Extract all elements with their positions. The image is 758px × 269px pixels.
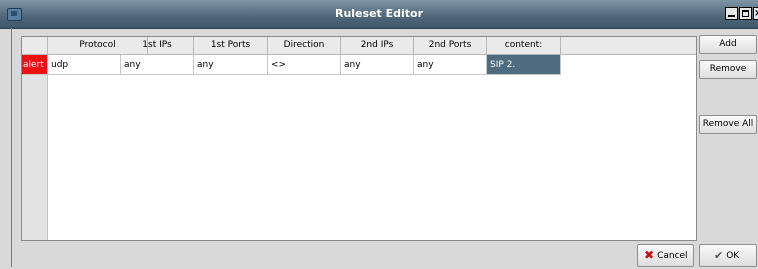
- header-corner: [22, 37, 48, 54]
- ports2-cell[interactable]: any: [414, 55, 487, 75]
- ports1-cell[interactable]: any: [194, 55, 268, 75]
- ok-label: OK: [726, 251, 740, 261]
- remove-all-button[interactable]: Remove All: [699, 115, 757, 134]
- direction-cell[interactable]: <>: [268, 55, 341, 75]
- col-2nd-ports-header[interactable]: 2nd Ports: [414, 37, 487, 54]
- title-bar[interactable]: Ruleset Editor ×: [0, 0, 758, 29]
- add-button[interactable]: Add: [699, 35, 757, 54]
- minimize-icon[interactable]: [725, 7, 738, 20]
- cancel-label: Cancel: [657, 251, 688, 261]
- cancel-button[interactable]: ✖ Cancel: [637, 244, 694, 267]
- content-cell[interactable]: SIP 2.: [487, 55, 561, 75]
- ok-button[interactable]: ✔ OK: [699, 244, 757, 267]
- ips1-cell[interactable]: any: [121, 55, 194, 75]
- table-row[interactable]: alert udp any any <> any any SIP 2.: [22, 55, 696, 75]
- col-direction-header[interactable]: Direction: [268, 37, 341, 54]
- col-2nd-ips-header[interactable]: 2nd IPs: [341, 37, 414, 54]
- col-content-header[interactable]: content:: [487, 37, 561, 54]
- ok-icon: ✔: [714, 249, 724, 262]
- cancel-x-icon: ✖: [644, 248, 655, 262]
- col-1st-ips-header[interactable]: 1st IPs: [121, 37, 194, 54]
- col-1st-ports-header[interactable]: 1st Ports: [194, 37, 268, 54]
- action-cell[interactable]: alert: [22, 55, 48, 75]
- table-header: Protocol 1st IPs 1st Ports Direction 2nd…: [22, 37, 696, 55]
- protocol-cell[interactable]: udp: [48, 55, 121, 75]
- remove-button[interactable]: Remove: [699, 60, 757, 79]
- window-title: Ruleset Editor: [334, 7, 424, 20]
- rules-table[interactable]: Protocol 1st IPs 1st Ports Direction 2nd…: [21, 36, 697, 241]
- close-icon[interactable]: ×: [753, 7, 758, 20]
- row-gutter: [22, 55, 48, 240]
- ips2-cell[interactable]: any: [341, 55, 414, 75]
- maximize-icon[interactable]: [739, 7, 752, 20]
